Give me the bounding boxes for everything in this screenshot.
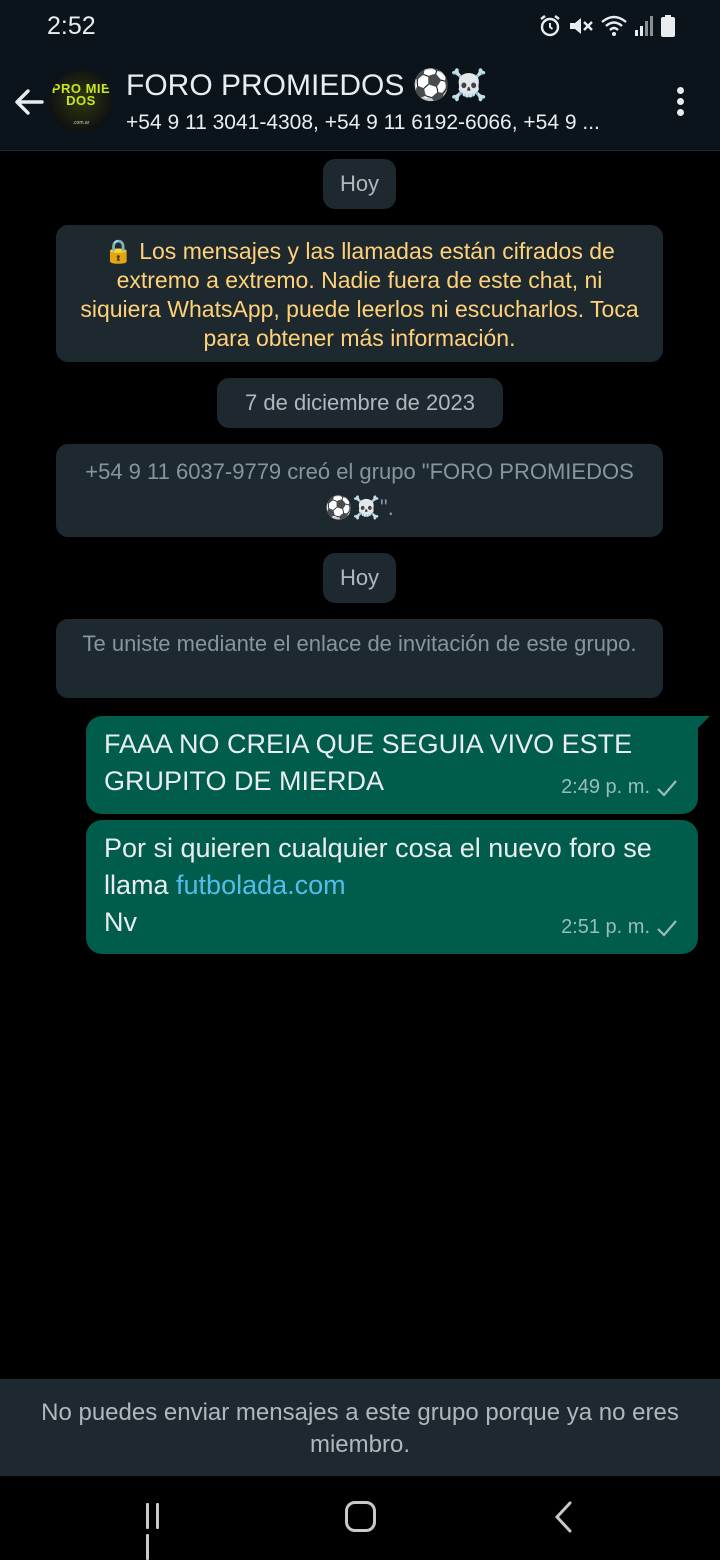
bubble-tail	[696, 716, 710, 730]
recents-icon	[146, 1503, 149, 1529]
group-created-notice: +54 9 11 6037-9779 creó el grupo "FORO P…	[56, 444, 663, 537]
joined-notice: Te uniste mediante el enlace de invitaci…	[56, 619, 663, 698]
arrow-left-icon	[15, 89, 44, 115]
message-text: FAAA NO CREIA QUE SEGUIA VIVO ESTE GRUPI…	[104, 729, 633, 796]
status-bar: 2:52	[0, 0, 720, 54]
message-time: 2:49 p. m.	[561, 776, 650, 798]
avatar-logo-text: PRO MIE DOS	[51, 81, 111, 108]
encryption-notice[interactable]: 🔒 Los mensajes y las llamadas están cifr…	[56, 225, 663, 362]
chat-participants[interactable]: +54 9 11 3041-4308, +54 9 11 6192-6066, …	[126, 111, 646, 135]
outgoing-message[interactable]: Por si quieren cualquier cosa el nuevo f…	[86, 820, 698, 954]
more-vert-icon	[676, 87, 684, 94]
alarm-icon	[540, 15, 560, 37]
back-button[interactable]	[10, 82, 50, 122]
more-options-button[interactable]	[664, 84, 696, 124]
header-divider	[0, 150, 720, 151]
status-time: 2:52	[47, 12, 96, 40]
chat-title[interactable]: FORO PROMIEDOS ⚽☠️	[126, 68, 487, 103]
battery-icon	[661, 15, 675, 37]
date-chip-today: Hoy	[323, 159, 396, 209]
recents-button[interactable]	[146, 1503, 174, 1560]
check-icon	[657, 779, 677, 797]
outgoing-message[interactable]: FAAA NO CREIA QUE SEGUIA VIVO ESTE GRUPI…	[86, 716, 698, 814]
group-avatar[interactable]: PRO MIE DOS .com.ar	[50, 71, 112, 133]
chevron-left-icon	[554, 1501, 572, 1533]
message-text-line: Nv	[104, 907, 137, 937]
nav-back-button[interactable]	[548, 1500, 578, 1534]
signal-icon	[635, 16, 653, 36]
message-meta: 2:49 p. m.	[561, 769, 678, 806]
check-icon	[657, 919, 677, 937]
avatar-logo-subtext: .com.ar	[72, 120, 90, 126]
status-icons	[538, 14, 676, 38]
home-button[interactable]	[345, 1501, 376, 1532]
message-meta: 2:51 p. m.	[561, 909, 678, 946]
message-time: 2:51 p. m.	[561, 916, 650, 938]
chat-header: PRO MIE DOS .com.ar FORO PROMIEDOS ⚽☠️ +…	[0, 54, 720, 150]
system-navigation-bar	[0, 1476, 720, 1560]
date-chip-today-2: Hoy	[323, 553, 396, 603]
not-member-notice: No puedes enviar mensajes a este grupo p…	[0, 1379, 720, 1476]
wifi-icon	[601, 15, 627, 36]
mute-icon	[570, 18, 593, 34]
message-link[interactable]: futbolada.com	[176, 870, 346, 900]
date-chip-december: 7 de diciembre de 2023	[217, 378, 503, 428]
